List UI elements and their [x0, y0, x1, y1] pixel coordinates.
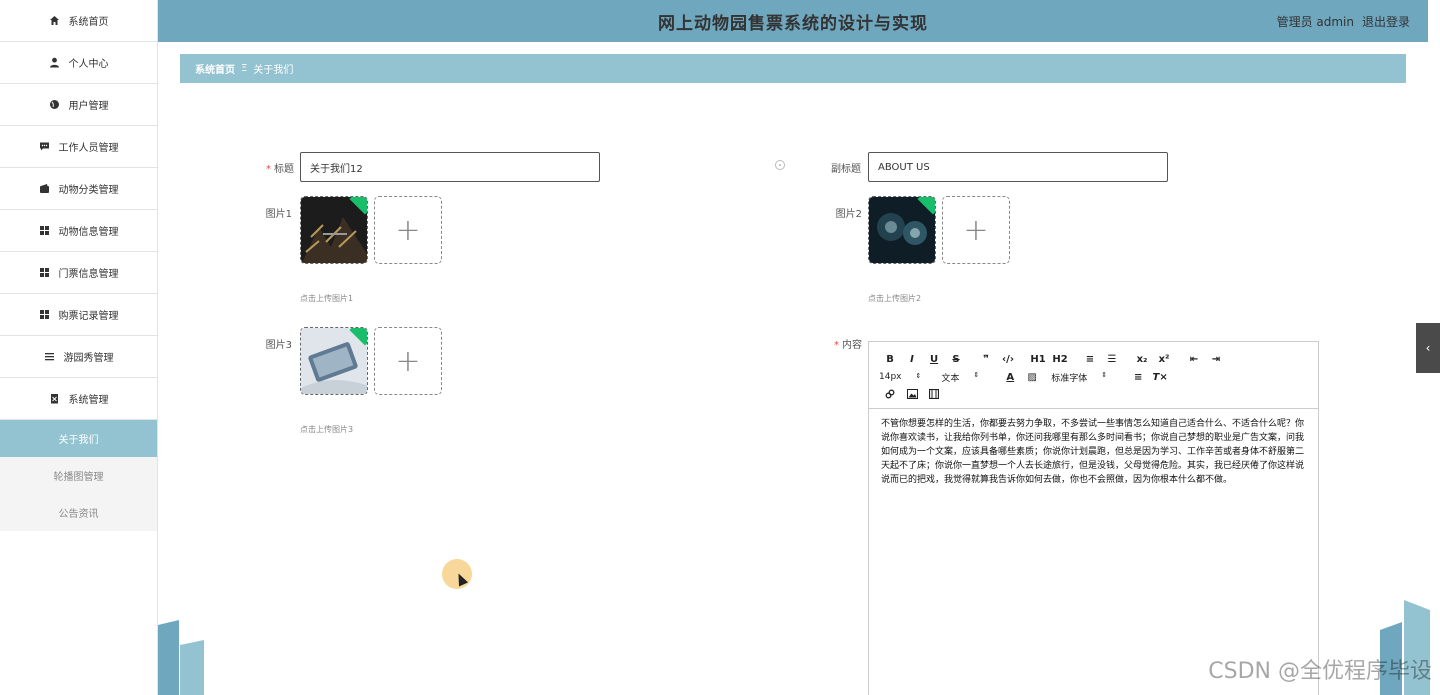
pic3-hint: 点击上传图片3	[300, 425, 354, 434]
title-label: * 标题	[266, 164, 294, 175]
user-icon	[49, 57, 61, 69]
editor-toolbar: B I U S ❞ ‹/› H1 H2 ≡ ☰ x₂ x² ⇤ ⇥ 14px⇕	[869, 342, 1318, 409]
strikethrough-button[interactable]: S	[945, 354, 967, 365]
bold-button[interactable]: B	[879, 354, 901, 365]
sidebar-item-label: 系统首页	[68, 17, 109, 28]
toolbar-row-2: 14px ⇕ 文本 ⇕ A ▨ 标准字体 ⇕ ≡ T×	[879, 368, 1308, 386]
sidebar-item-label: 购票记录管理	[58, 311, 119, 322]
grid-icon	[39, 267, 51, 279]
sidebar-item-ticket-info[interactable]: 门票信息管理	[0, 252, 157, 294]
watermark: CSDN @全优程序毕设	[1208, 659, 1432, 684]
video-icon[interactable]	[923, 388, 945, 402]
link-icon[interactable]	[879, 389, 901, 402]
sidebar-item-purchase-records[interactable]: 购票记录管理	[0, 294, 157, 336]
rich-text-editor: B I U S ❞ ‹/› H1 H2 ≡ ☰ x₂ x² ⇤ ⇥ 14px⇕	[868, 341, 1319, 695]
background-color-icon[interactable]: ▨	[1021, 372, 1043, 383]
sidebar-item-animal-category[interactable]: 动物分类管理	[0, 168, 157, 210]
sidebar-item-label: 系统管理	[68, 395, 109, 406]
toolbar-row-1: B I U S ❞ ‹/› H1 H2 ≡ ☰ x₂ x² ⇤ ⇥	[879, 350, 1308, 368]
breadcrumb-current: 关于我们	[253, 65, 294, 76]
sidebar-item-staff[interactable]: 工作人员管理	[0, 126, 157, 168]
breadcrumb: 系统首页 Ξ 关于我们	[180, 54, 1406, 83]
clear-format-icon[interactable]: T×	[1149, 372, 1171, 383]
superscript-button[interactable]: x²	[1153, 354, 1175, 365]
breadcrumb-separator: Ξ	[241, 63, 248, 74]
pic3-thumbnail[interactable]	[300, 327, 368, 395]
sidebar-item-label: 门票信息管理	[58, 269, 119, 280]
ordered-list-button[interactable]: ≡	[1079, 354, 1101, 365]
heading2-button[interactable]: H2	[1049, 354, 1071, 365]
pic2-upload-button[interactable]: +	[942, 196, 1010, 264]
top-header: 网上动物园售票系统的设计与实现 管理员 admin 退出登录	[158, 0, 1428, 42]
grid-icon	[39, 309, 51, 321]
sidebar-item-animal-info[interactable]: 动物信息管理	[0, 210, 157, 252]
wallet-icon	[39, 183, 51, 195]
clock-icon	[775, 160, 785, 170]
editor-content[interactable]: 不管你想要怎样的生活，你都要去努力争取，不多尝试一些事情怎么知道自己适合什么、不…	[869, 409, 1318, 495]
chevron-updown-icon: ⇕	[1101, 370, 1108, 379]
image-icon[interactable]	[901, 388, 923, 402]
sidebar-subitem-about-us[interactable]: 关于我们	[0, 420, 157, 457]
pic1-hint: 点击上传图片1	[300, 294, 354, 303]
sidebar-item-label: 游园秀管理	[63, 353, 114, 364]
pic1-thumbnail[interactable]	[300, 196, 368, 264]
pic1-label: 图片1	[265, 209, 292, 220]
pic1-upload-button[interactable]: +	[374, 196, 442, 264]
code-block-button[interactable]: ‹/›	[997, 354, 1019, 365]
pic2-hint: 点击上传图片2	[868, 294, 922, 303]
pic3-upload-button[interactable]: +	[374, 327, 442, 395]
pic2-label: 图片2	[835, 209, 862, 220]
globe-icon	[49, 99, 61, 111]
subscript-button[interactable]: x₂	[1131, 354, 1153, 365]
underline-button[interactable]: U	[923, 354, 945, 365]
sidebar-item-label: 动物分类管理	[58, 185, 119, 196]
sidebar-item-users[interactable]: 用户管理	[0, 84, 157, 126]
sidebar-subitem-carousel[interactable]: 轮播图管理	[0, 457, 157, 494]
font-size-select[interactable]: 14px ⇕	[879, 372, 921, 382]
grid-icon	[39, 225, 51, 237]
font-family-select[interactable]: 标准字体 ⇕	[1051, 371, 1107, 384]
sidebar-item-label: 个人中心	[68, 59, 109, 70]
outdent-button[interactable]: ⇤	[1183, 354, 1205, 365]
font-color-icon[interactable]: A	[999, 372, 1021, 383]
collapse-panel-tab[interactable]: ‹	[1416, 323, 1440, 373]
sidebar-item-label: 动物信息管理	[58, 227, 119, 238]
sidebar-item-profile[interactable]: 个人中心	[0, 42, 157, 84]
chevron-updown-icon: ⇕	[973, 370, 980, 379]
header-user-area: 管理员 admin 退出登录	[1277, 13, 1410, 30]
indent-button[interactable]: ⇥	[1205, 354, 1227, 365]
chevron-left-icon: ‹	[1425, 341, 1431, 355]
chevron-updown-icon: ⇕	[915, 372, 922, 380]
home-icon	[49, 15, 61, 27]
sidebar-subitem-announcements[interactable]: 公告资讯	[0, 494, 157, 531]
blockquote-button[interactable]: ❞	[975, 354, 997, 365]
sidebar-item-park-show[interactable]: 游园秀管理	[0, 336, 157, 378]
pic2-thumbnail[interactable]	[868, 196, 936, 264]
text-type-select[interactable]: 文本 ⇕	[941, 371, 979, 384]
chat-icon	[39, 141, 51, 153]
decoration-shapes-left	[158, 620, 204, 695]
toolbar-row-3	[879, 386, 1308, 404]
sidebar-item-label: 用户管理	[68, 101, 109, 112]
italic-button[interactable]: I	[901, 354, 923, 365]
pic3-label: 图片3	[265, 340, 292, 351]
system-title: 网上动物园售票系统的设计与实现	[658, 13, 928, 34]
breadcrumb-home[interactable]: 系统首页	[195, 61, 235, 76]
align-icon[interactable]: ≡	[1127, 372, 1149, 383]
current-user: 管理员 admin	[1276, 15, 1354, 29]
list-icon	[44, 351, 56, 363]
bullet-list-button[interactable]: ☰	[1101, 354, 1123, 365]
trash-icon	[49, 393, 61, 405]
sidebar-item-system[interactable]: 系统管理	[0, 378, 157, 420]
subtitle-input[interactable]: ABOUT US	[868, 152, 1168, 182]
sidebar-item-home[interactable]: 系统首页	[0, 0, 157, 42]
title-input[interactable]: 关于我们12	[300, 152, 600, 182]
heading1-button[interactable]: H1	[1027, 354, 1049, 365]
content-label: * 内容	[834, 340, 862, 351]
sidebar: 系统首页 个人中心 用户管理 工作人员管理 动物分类管理 动物信息管理 门票信息…	[0, 0, 158, 695]
subtitle-label: 副标题	[831, 164, 861, 175]
logout-link[interactable]: 退出登录	[1362, 13, 1410, 30]
sidebar-item-label: 工作人员管理	[58, 143, 119, 154]
